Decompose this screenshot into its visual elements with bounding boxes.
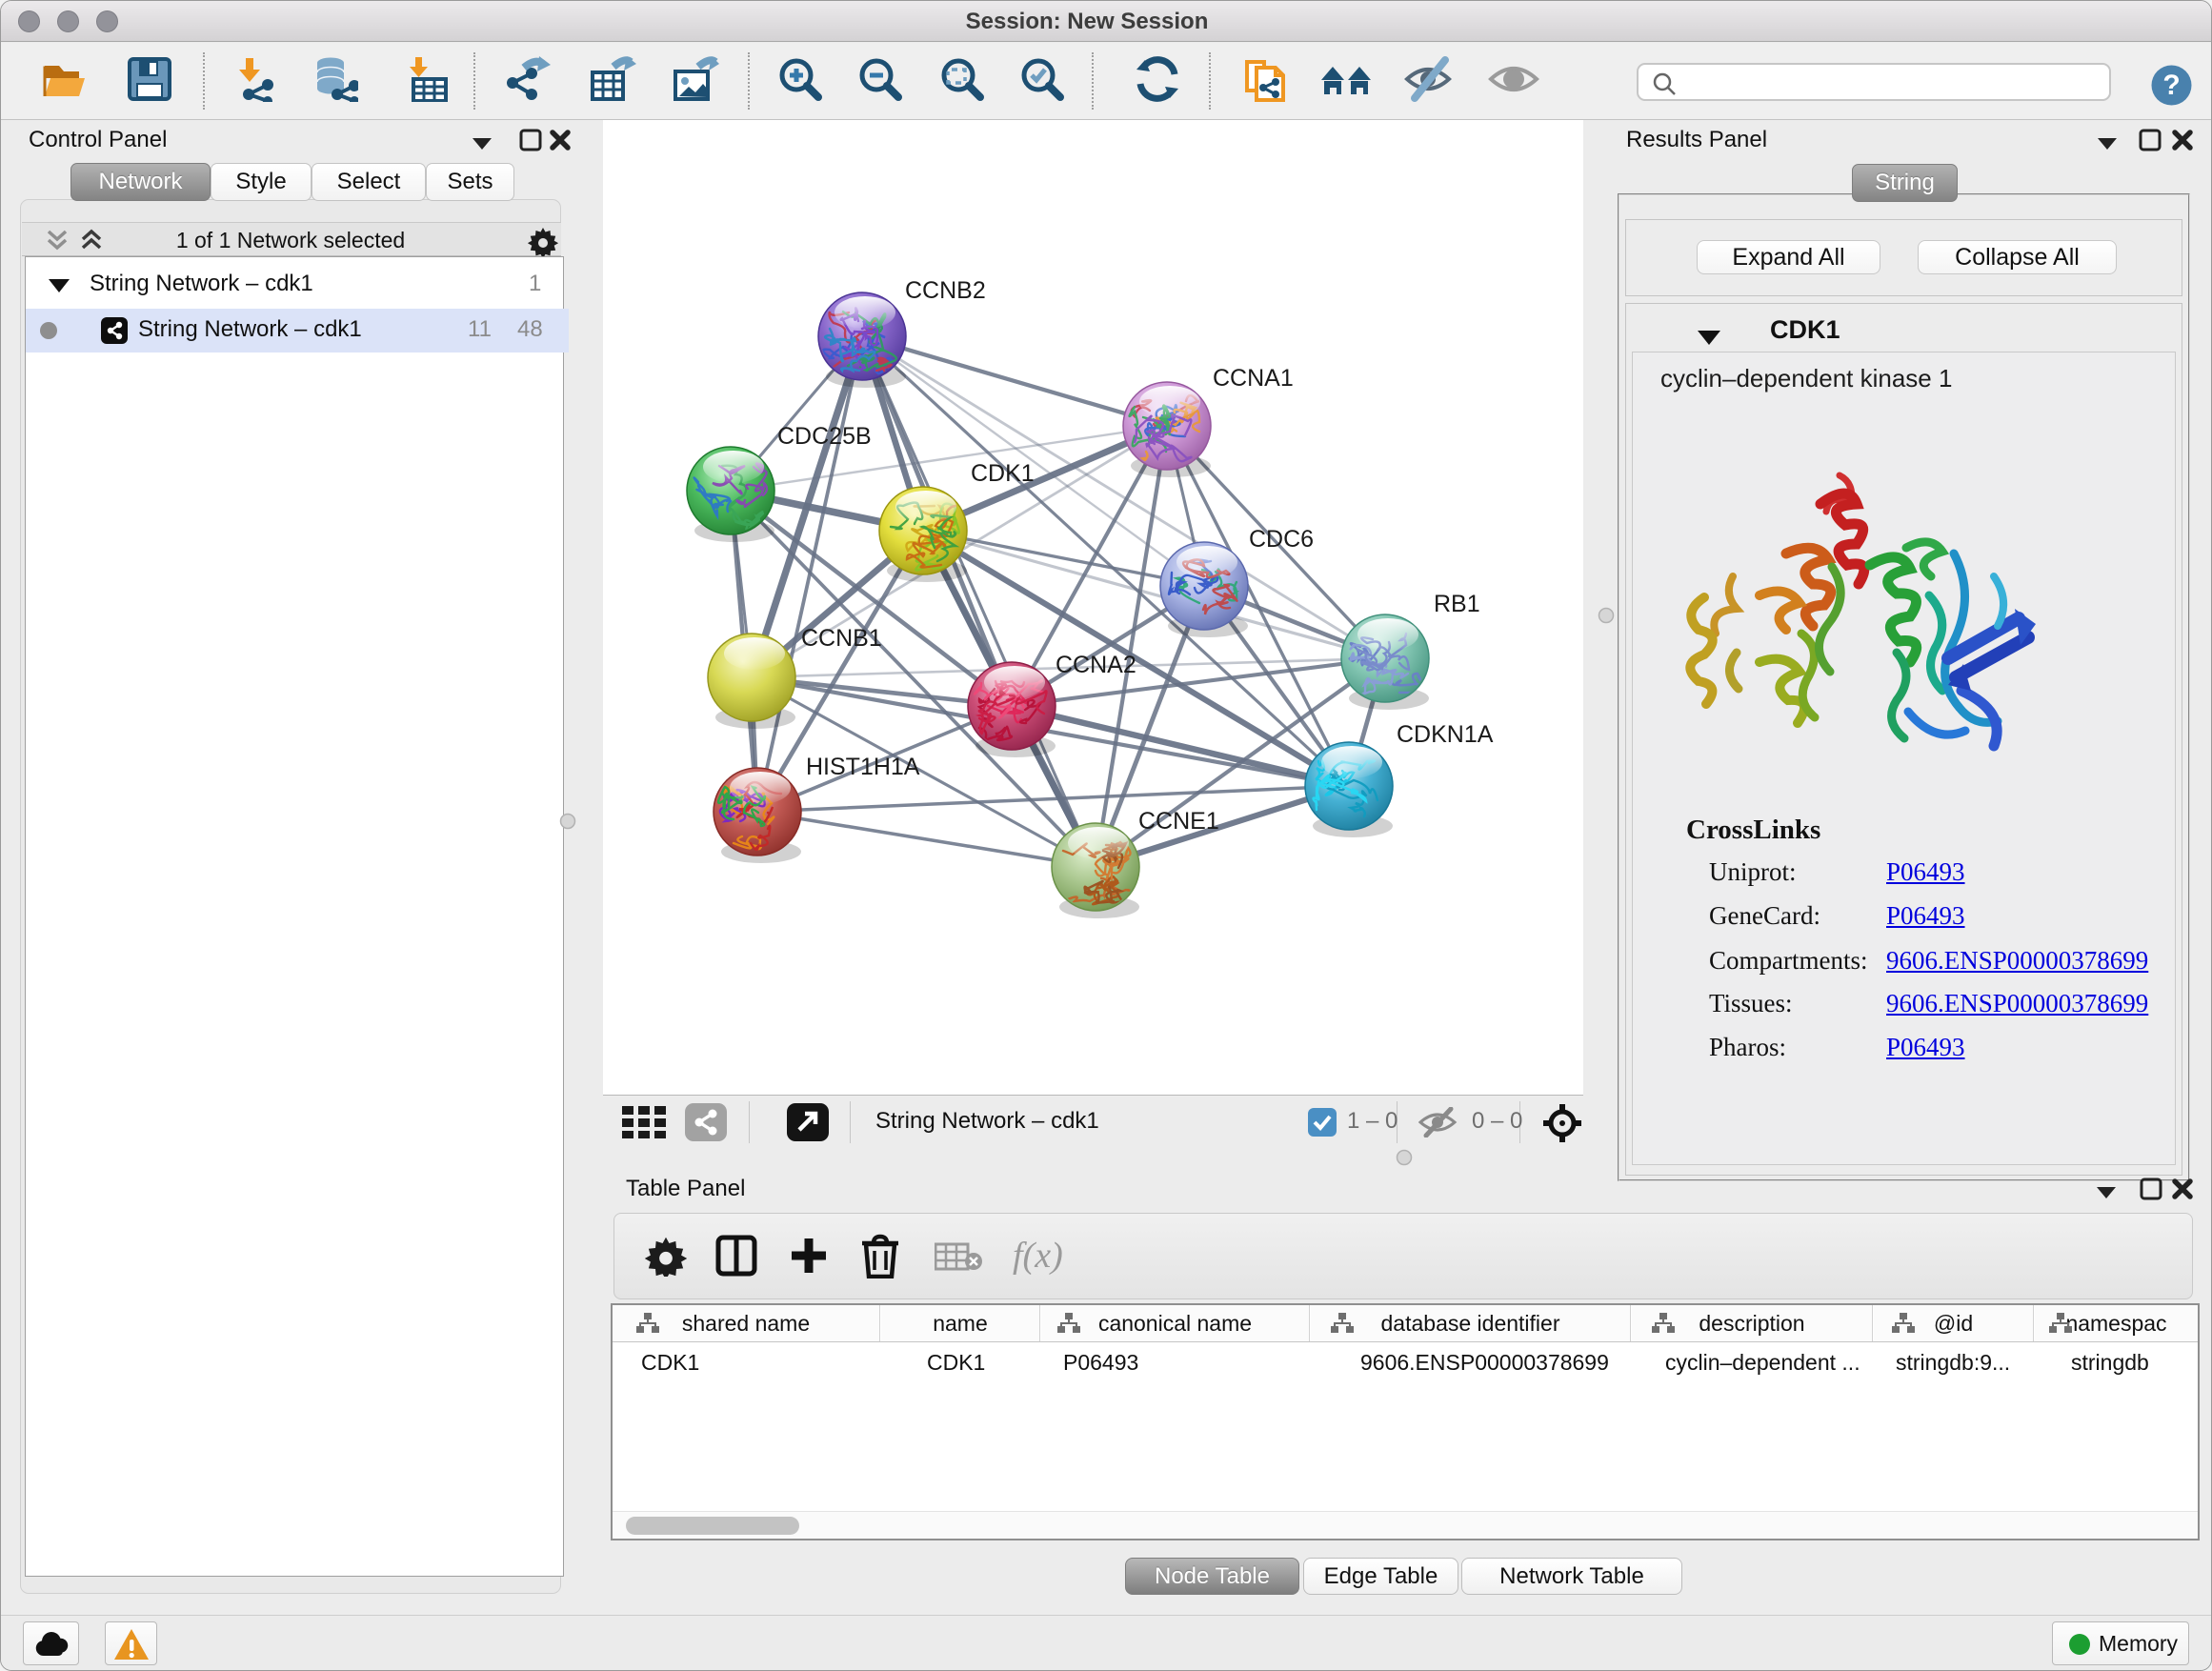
svg-text:CDKN1A: CDKN1A xyxy=(1397,721,1494,748)
svg-text:CCNA1: CCNA1 xyxy=(1213,365,1294,392)
svg-text:CDC25B: CDC25B xyxy=(777,423,872,450)
svg-text:CCNB2: CCNB2 xyxy=(905,277,986,304)
svg-text:HIST1H1A: HIST1H1A xyxy=(806,754,920,780)
svg-text:CDC6: CDC6 xyxy=(1249,526,1314,553)
svg-text:CCNE1: CCNE1 xyxy=(1138,808,1219,835)
svg-text:CCNB1: CCNB1 xyxy=(801,625,882,652)
svg-text:RB1: RB1 xyxy=(1434,591,1480,617)
svg-text:CDK1: CDK1 xyxy=(971,460,1035,487)
svg-text:?: ? xyxy=(2162,70,2180,101)
svg-text:CCNA2: CCNA2 xyxy=(1056,652,1136,678)
